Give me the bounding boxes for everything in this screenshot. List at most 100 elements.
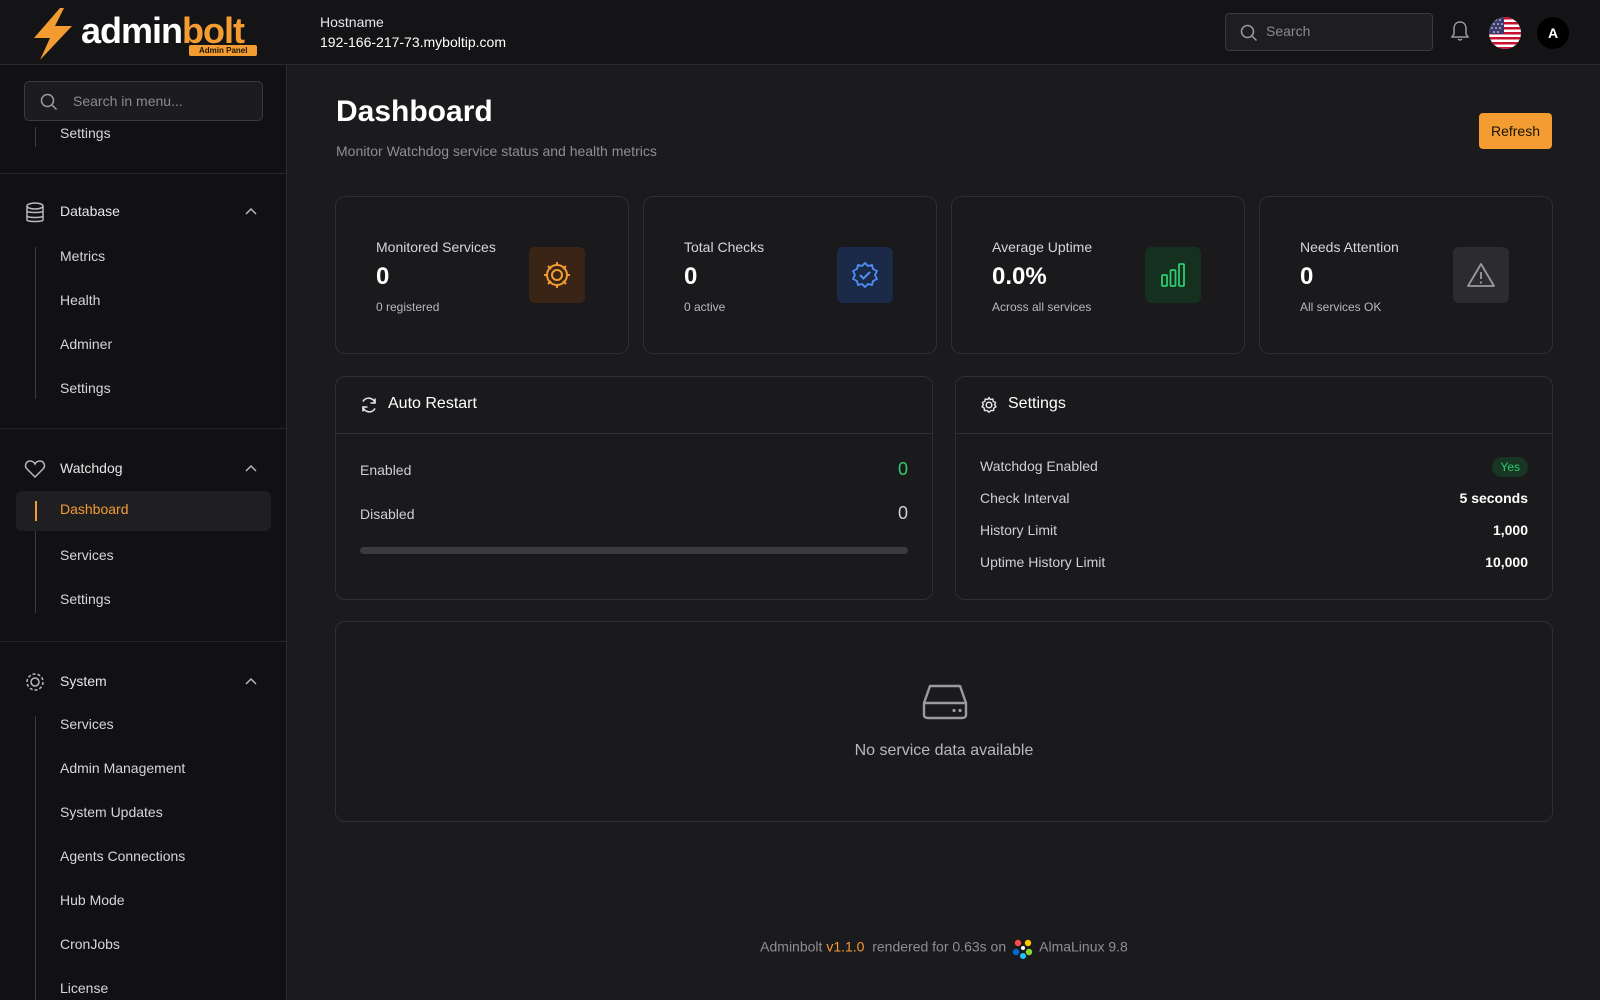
search-icon (1240, 24, 1258, 42)
sidebar-item-settings-partial[interactable]: Settings (60, 127, 111, 143)
stat-subtext: 0 active (684, 300, 726, 314)
disabled-count: 0 (897, 503, 908, 523)
page-subtitle: Monitor Watchdog service status and heal… (336, 143, 657, 159)
sidebar-item-adminer[interactable]: Adminer (60, 334, 112, 354)
auto-restart-panel: Auto Restart Enabled 0 Disabled 0 (335, 376, 933, 600)
sidebar-item-metrics[interactable]: Metrics (60, 246, 105, 266)
refresh-button[interactable]: Refresh (1479, 113, 1552, 149)
sidebar-group-database[interactable]: Database (24, 201, 263, 225)
us-flag-icon[interactable] (1489, 17, 1521, 49)
user-avatar[interactable]: A (1537, 17, 1569, 49)
stat-icon-box (529, 247, 585, 303)
sidebar-item-license[interactable]: License (60, 978, 108, 998)
menu-guide-line (35, 716, 36, 1000)
stat-value: 0 (684, 263, 698, 290)
sidebar-item-watchdog-settings[interactable]: Settings (60, 589, 111, 609)
hard-drive-icon (922, 684, 968, 720)
sidebar-item-agents-connections[interactable]: Agents Connections (60, 846, 185, 866)
disabled-label: Disabled (360, 506, 415, 522)
footer-brand: Adminbolt (760, 938, 823, 955)
cog-icon (26, 673, 44, 691)
sidebar-item-system-updates[interactable]: System Updates (60, 802, 163, 822)
stat-value: 0 (376, 263, 390, 290)
stat-subtext: All services OK (1300, 300, 1382, 314)
setting-label: History Limit (980, 522, 1058, 538)
panel-title: Settings (1008, 395, 1066, 412)
sidebar-menu[interactable]: Settings Database Metrics Health Adminer… (0, 127, 286, 1000)
hostname-value: 192-166-217-73.myboltip.com (320, 34, 506, 50)
stat-value: 0.0% (992, 263, 1047, 290)
page-title: Dashboard (336, 95, 493, 128)
sidebar-item-hub-mode[interactable]: Hub Mode (60, 890, 125, 910)
stat-card-total-checks: Total Checks 0 0 active (643, 196, 937, 354)
chevron-up-icon (245, 677, 257, 685)
gear-icon (544, 262, 570, 288)
badge-check-icon (852, 262, 878, 288)
stat-subtext: Across all services (992, 300, 1092, 314)
sidebar-item-system-services[interactable]: Services (60, 714, 114, 734)
almalinux-logo-icon (1012, 939, 1033, 959)
page-footer: Adminbolt v1.1.0 rendered for 0.63s on A… (288, 937, 1600, 959)
sidebar-search-input[interactable] (73, 93, 253, 109)
empty-state-message: No service data available (854, 742, 1034, 759)
global-search-input[interactable] (1266, 23, 1426, 39)
sidebar-item-database-settings[interactable]: Settings (60, 378, 111, 398)
stat-label: Total Checks (684, 239, 765, 255)
sidebar-item-admin-management[interactable]: Admin Management (60, 758, 185, 778)
panel-header: Settings (956, 377, 1552, 434)
hostname-block: Hostname 192-166-217-73.myboltip.com (320, 12, 506, 52)
stat-card-needs-attention: Needs Attention 0 All services OK (1259, 196, 1553, 354)
menu-guide-line (35, 127, 36, 147)
sidebar-group-label: Database (60, 203, 120, 219)
sidebar-item-dashboard[interactable]: Dashboard (16, 491, 271, 531)
logo-primary: admin (81, 10, 183, 51)
sidebar-item-cronjobs[interactable]: CronJobs (60, 934, 120, 954)
setting-label: Watchdog Enabled (980, 458, 1098, 474)
services-empty-state: No service data available (335, 621, 1553, 822)
settings-panel: Settings Watchdog Enabled Yes Check Inte… (955, 376, 1553, 600)
restart-progress-track (360, 547, 908, 554)
setting-label: Uptime History Limit (980, 554, 1106, 570)
database-icon (26, 202, 44, 223)
footer-os: AlmaLinux 9.8 (1039, 938, 1128, 955)
sidebar-group-watchdog[interactable]: Watchdog (24, 458, 263, 482)
heart-icon (24, 460, 46, 479)
enabled-label: Enabled (360, 462, 412, 478)
stat-label: Monitored Services (376, 239, 496, 255)
stat-card-average-uptime: Average Uptime 0.0% Across all services (951, 196, 1245, 354)
global-search[interactable] (1225, 13, 1433, 51)
main-content: Dashboard Monitor Watchdog service statu… (288, 65, 1600, 1000)
panel-title: Auto Restart (388, 395, 477, 412)
footer-version[interactable]: v1.1.0 (826, 939, 864, 955)
stat-value: 0 (1300, 263, 1314, 290)
footer-render-time: rendered for 0.63s on (872, 938, 1007, 955)
enabled-count: 0 (897, 459, 908, 479)
chevron-up-icon (245, 207, 257, 215)
divider (0, 173, 286, 174)
status-badge: Yes (1492, 457, 1528, 477)
setting-value: 10,000 (1485, 554, 1528, 570)
bar-chart-icon (1161, 263, 1185, 287)
panel-header: Auto Restart (336, 377, 932, 434)
sidebar-group-system[interactable]: System (24, 671, 263, 695)
stat-icon-box (1145, 247, 1201, 303)
chevron-up-icon (245, 464, 257, 472)
setting-value: 5 seconds (1459, 490, 1528, 506)
hostname-label: Hostname (320, 14, 384, 30)
sidebar-group-label: Watchdog (60, 460, 123, 476)
sidebar-search[interactable] (24, 81, 263, 121)
bell-icon[interactable] (1450, 20, 1470, 42)
divider (0, 641, 286, 642)
sidebar-item-watchdog-services[interactable]: Services (60, 545, 114, 565)
search-icon (40, 93, 58, 111)
menu-guide-line (35, 247, 36, 399)
active-indicator (35, 501, 37, 521)
divider (0, 428, 286, 429)
sidebar-item-health[interactable]: Health (60, 290, 100, 310)
app-logo[interactable]: adminbolt Admin Panel (30, 6, 260, 60)
setting-label: Check Interval (980, 490, 1070, 506)
stat-card-monitored-services: Monitored Services 0 0 registered (335, 196, 629, 354)
setting-value: 1,000 (1492, 522, 1528, 538)
sidebar-item-label: Dashboard (60, 501, 129, 517)
bolt-icon (34, 8, 72, 60)
